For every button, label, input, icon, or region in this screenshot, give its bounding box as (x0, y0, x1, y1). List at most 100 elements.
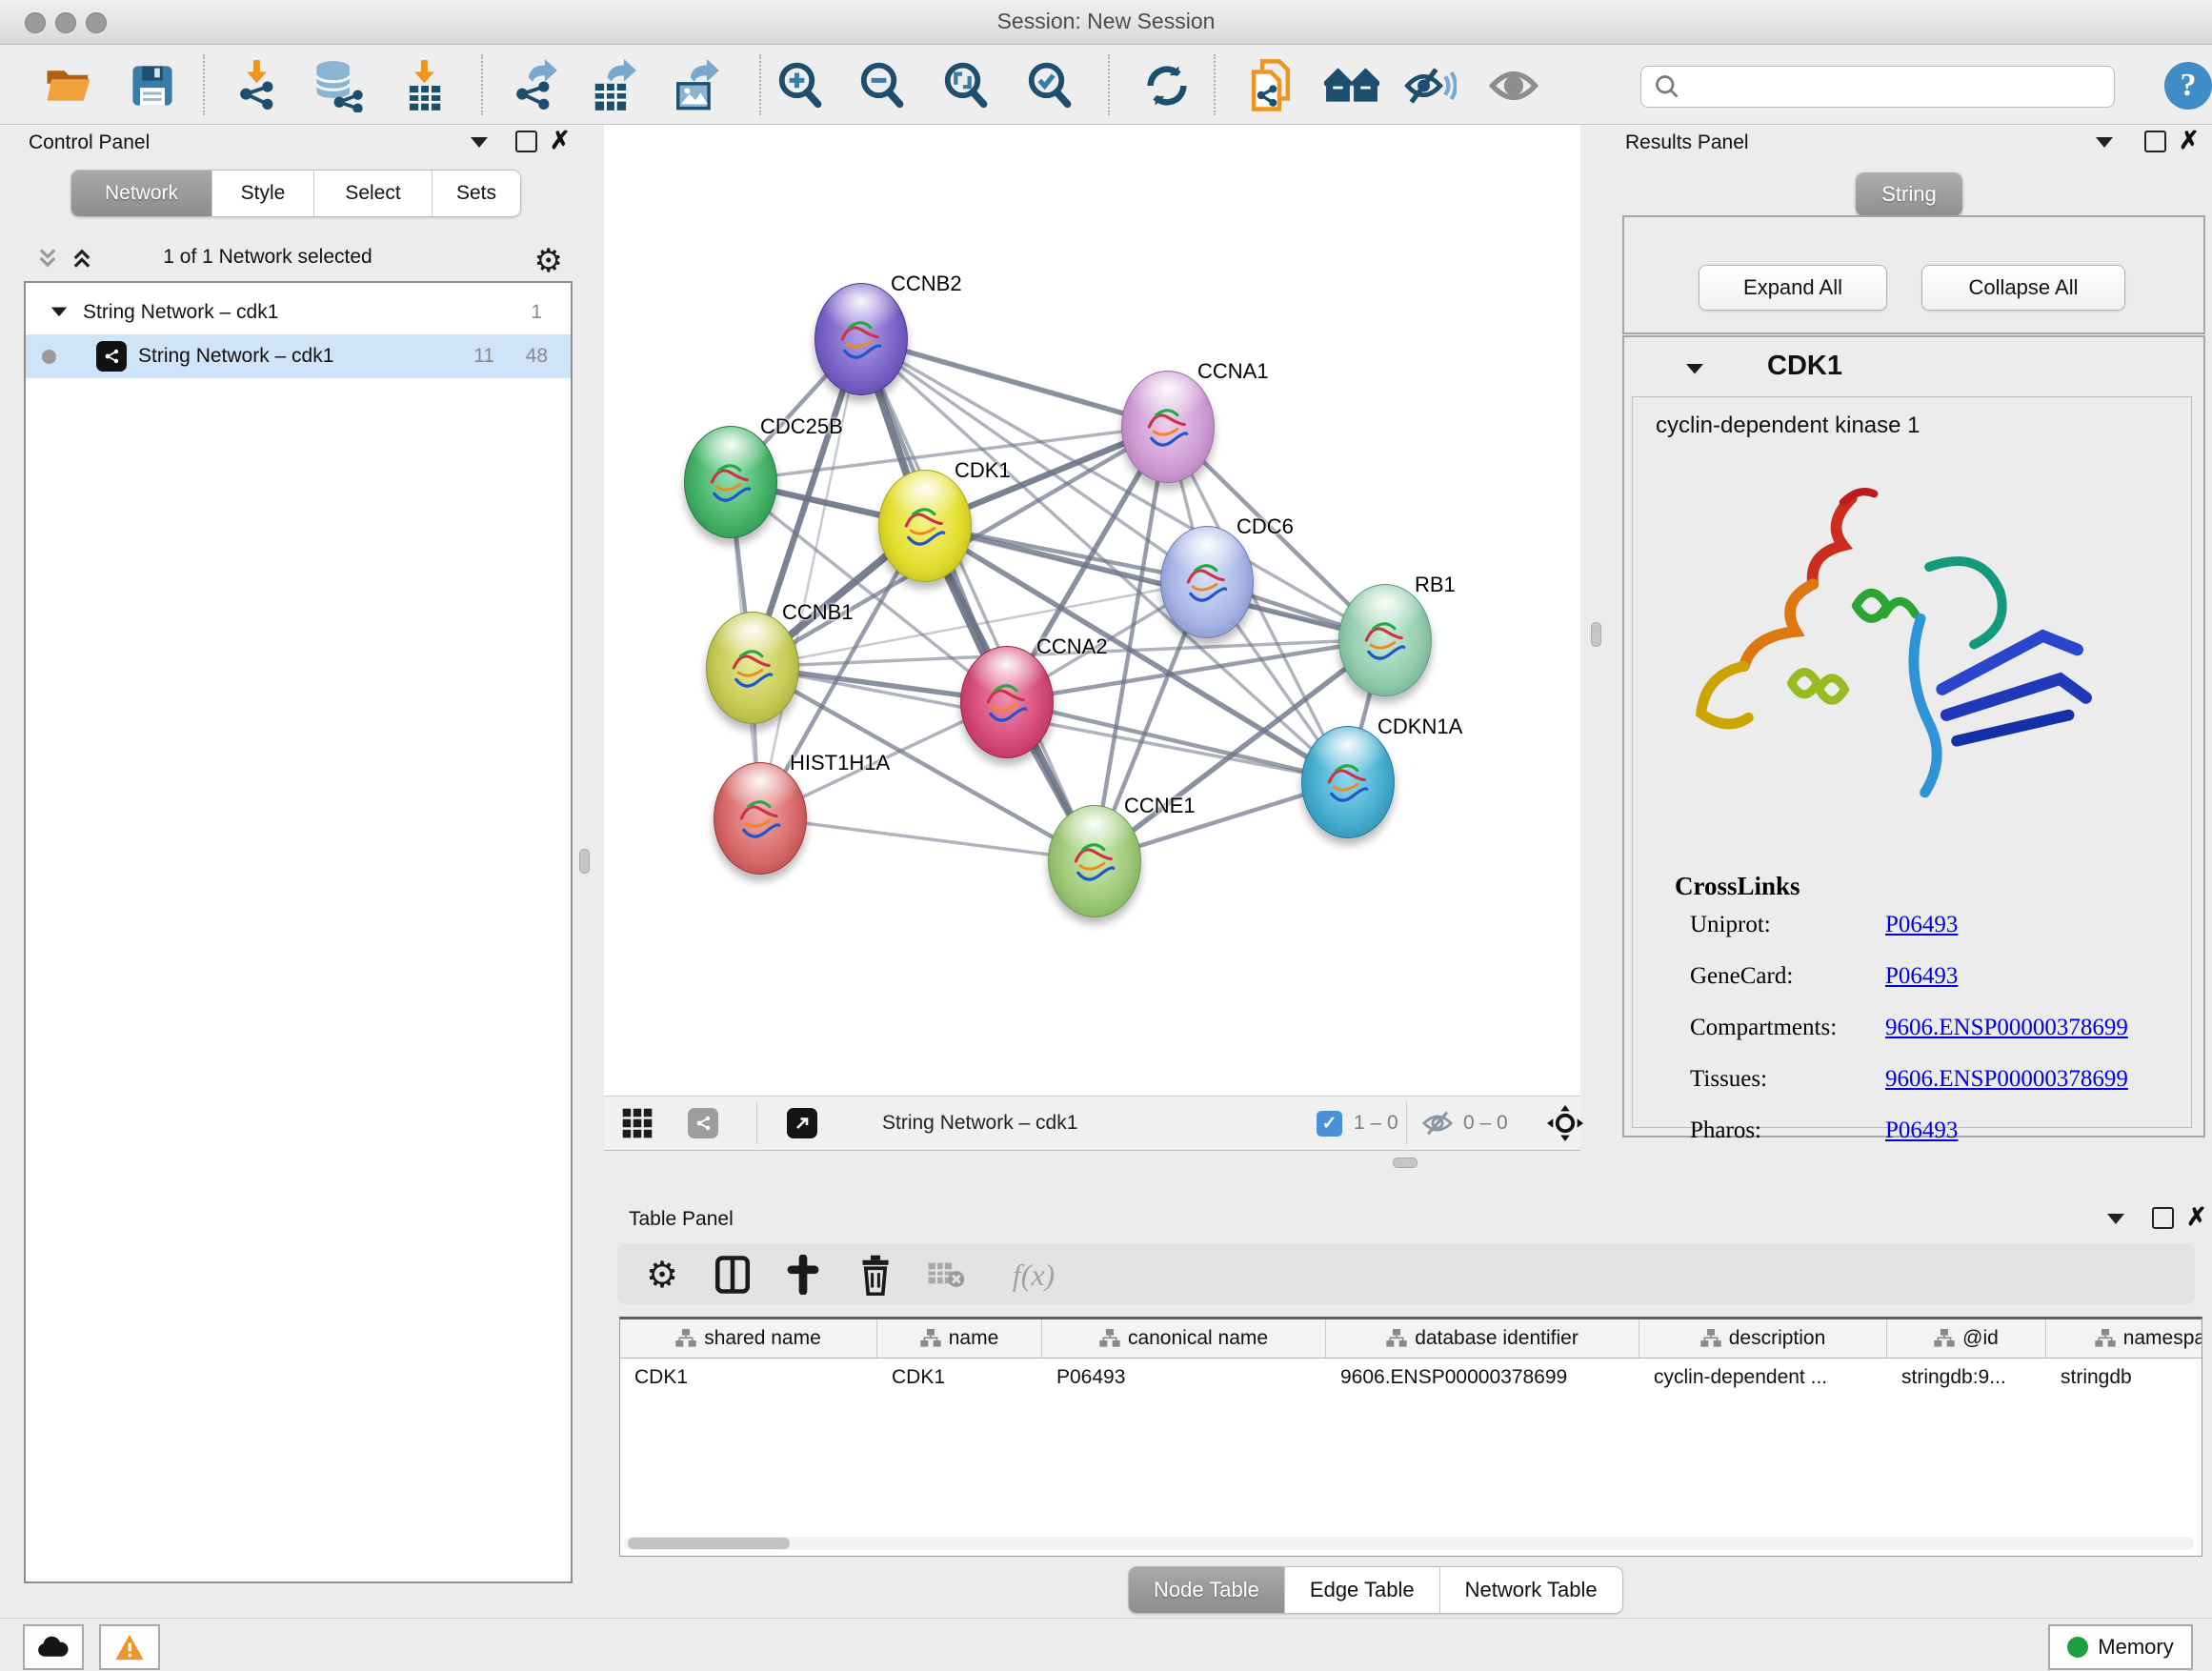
network-node-ccnb2[interactable] (814, 283, 908, 395)
entry-details: cyclin-dependent kinase 1 (1632, 396, 2192, 1128)
selected-nodes-indicator[interactable]: ✓ 1 – 0 (1317, 1104, 1398, 1142)
zoom-in-button[interactable] (774, 58, 829, 113)
help-question-glyph: ? (2181, 68, 2197, 104)
delete-table-button-disabled (924, 1253, 968, 1297)
group-nodes-button[interactable] (1324, 58, 1379, 113)
search-input[interactable] (1689, 70, 2114, 104)
panel-close-icon[interactable]: ✗ (550, 131, 571, 150)
add-column-button[interactable] (781, 1253, 825, 1297)
network-node-cdk1[interactable] (878, 470, 972, 582)
expand-all-button[interactable]: Expand All (1699, 265, 1887, 311)
network-row-selected[interactable]: String Network – cdk1 11 48 (26, 334, 571, 378)
string-results-header-box: Expand All Collapse All (1622, 215, 2205, 334)
save-session-button[interactable] (125, 58, 180, 113)
hide-selection-button[interactable] (1402, 58, 1458, 113)
crosslink-compartments-link[interactable]: 9606.ENSP00000378699 (1885, 1015, 2128, 1041)
tab-style[interactable]: Style (212, 171, 314, 216)
import-network-from-database-button[interactable] (310, 58, 365, 113)
network-collection-row[interactable]: String Network – cdk1 1 (26, 291, 571, 334)
memory-button[interactable]: Memory (2048, 1624, 2193, 1670)
network-node-hist1h1a[interactable] (714, 762, 807, 875)
zoom-fit-button[interactable] (939, 58, 995, 113)
tab-select[interactable]: Select (314, 171, 432, 216)
column-header[interactable]: canonical name (1042, 1319, 1326, 1358)
network-node-ccne1[interactable] (1048, 805, 1141, 917)
refresh-button[interactable] (1139, 58, 1195, 113)
delete-column-button[interactable] (854, 1253, 897, 1297)
network-node-ccna2[interactable] (960, 646, 1054, 758)
panel-float-menu-icon[interactable] (2107, 1214, 2124, 1224)
column-header[interactable]: name (877, 1319, 1042, 1358)
vertical-splitter-handle[interactable] (579, 849, 590, 874)
network-node-ccna1[interactable] (1121, 371, 1215, 483)
tab-edge-table[interactable]: Edge Table (1285, 1567, 1440, 1613)
network-node-cdc6[interactable] (1160, 526, 1254, 638)
tab-node-table[interactable]: Node Table (1129, 1567, 1285, 1613)
collapse-all-button[interactable]: Collapse All (1921, 265, 2125, 311)
table-row[interactable]: CDK1 CDK1 P06493 9606.ENSP00000378699 cy… (620, 1358, 2202, 1398)
control-panel-tabs: Network Style Select Sets (70, 170, 521, 217)
network-node-ccnb1[interactable] (706, 612, 799, 724)
panel-float-menu-icon[interactable] (471, 137, 488, 148)
hidden-nodes-indicator[interactable]: 0 – 0 (1421, 1104, 1508, 1142)
export-table-button[interactable] (584, 58, 639, 113)
network-node-cdc25b[interactable] (684, 426, 777, 538)
import-table-button[interactable] (396, 58, 452, 113)
column-header[interactable]: namespace (2046, 1319, 2202, 1358)
network-status-dot (42, 350, 56, 364)
network-share-button[interactable] (688, 1104, 718, 1142)
tab-sets[interactable]: Sets (432, 171, 520, 216)
table-header-row: shared name name canonical name database… (620, 1319, 2202, 1359)
network-node-cdkn1a[interactable] (1301, 726, 1395, 838)
show-columns-button[interactable] (711, 1253, 754, 1297)
zoom-selected-button[interactable] (1023, 58, 1078, 113)
control-panel-title: Control Panel (29, 131, 150, 154)
show-all-button[interactable] (1486, 58, 1541, 113)
node-label: CCNB1 (782, 600, 854, 625)
column-header[interactable]: database identifier (1326, 1319, 1639, 1358)
network-node-rb1[interactable] (1338, 584, 1432, 696)
birds-eye-view-button[interactable] (621, 1104, 654, 1142)
panel-float-menu-icon[interactable] (2096, 137, 2113, 148)
crosslink-tissues-link[interactable]: 9606.ENSP00000378699 (1885, 1066, 2128, 1093)
zoom-out-button[interactable] (855, 58, 911, 113)
open-session-button[interactable] (41, 58, 96, 113)
cell-description: cyclin-dependent ... (1639, 1358, 1887, 1398)
network-options-gear-icon[interactable]: ⚙ (534, 242, 563, 280)
scrollbar-thumb[interactable] (628, 1538, 790, 1549)
tab-network[interactable]: Network (71, 171, 212, 216)
vertical-splitter-handle[interactable] (1591, 622, 1601, 647)
network-canvas[interactable]: CCNB2 CCNA1 CDC25B CDK1 CDC6 RB1 CCNB1 (604, 125, 1580, 1096)
crosslink-pharos-link[interactable]: P06493 (1885, 1117, 1958, 1144)
open-in-window-button[interactable] (787, 1104, 817, 1142)
panel-maximize-icon[interactable] (515, 131, 537, 152)
tab-string[interactable]: String (1856, 172, 1962, 216)
crosslink-genecard-link[interactable]: P06493 (1885, 963, 1958, 990)
column-header[interactable]: shared name (620, 1319, 877, 1358)
export-image-button[interactable] (667, 58, 722, 113)
tab-network-table[interactable]: Network Table (1440, 1567, 1622, 1613)
warnings-button[interactable] (99, 1624, 160, 1670)
network-selection-status: 1 of 1 Network selected (24, 246, 512, 269)
panel-close-icon[interactable]: ✗ (2179, 131, 2200, 150)
database-icon (311, 59, 364, 112)
panel-maximize-icon[interactable] (2144, 131, 2166, 152)
tree-expanded-caret-icon[interactable] (49, 302, 70, 323)
column-header[interactable]: description (1639, 1319, 1887, 1358)
protein-structure-thumbnail (978, 672, 1036, 733)
fit-content-button[interactable] (1547, 1104, 1583, 1142)
horizontal-scrollbar[interactable] (624, 1537, 2194, 1550)
horizontal-splitter-handle[interactable] (1393, 1158, 1418, 1168)
collapse-entry-caret-icon[interactable] (1683, 358, 1706, 381)
help-button[interactable]: ? (2164, 62, 2212, 110)
copy-network-button[interactable] (1243, 58, 1298, 113)
cloud-status-button[interactable] (23, 1624, 84, 1670)
column-header[interactable]: @id (1887, 1319, 2046, 1358)
panel-close-icon[interactable]: ✗ (2186, 1207, 2207, 1226)
export-network-button[interactable] (505, 58, 560, 113)
table-options-gear-icon[interactable]: ⚙ (640, 1253, 684, 1297)
panel-maximize-icon[interactable] (2152, 1207, 2174, 1229)
import-network-button[interactable] (229, 58, 284, 113)
crosslink-uniprot-link[interactable]: P06493 (1885, 912, 1958, 938)
warning-triangle-icon (114, 1633, 145, 1661)
